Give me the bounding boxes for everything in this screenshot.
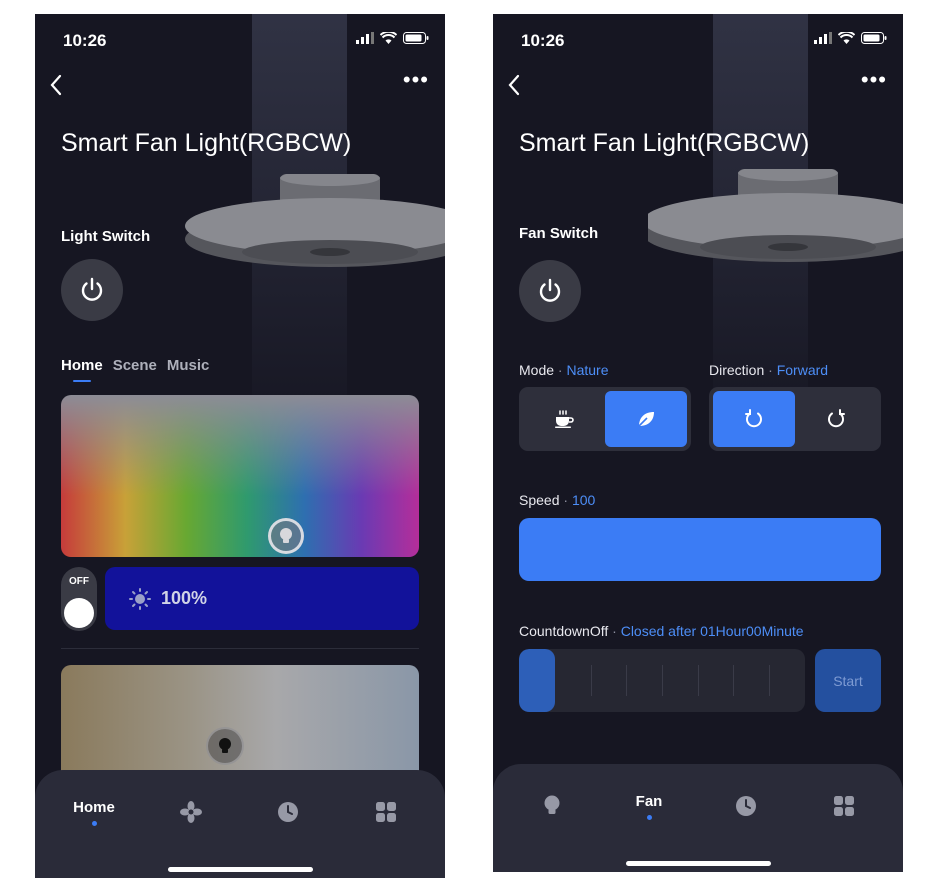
bottom-nav: Home	[35, 770, 445, 878]
status-icons	[356, 32, 429, 44]
countdown-label: CountdownOff · Closed after 01Hour00Minu…	[519, 623, 804, 639]
battery-icon	[861, 32, 887, 44]
divider	[61, 648, 419, 649]
page-title: Smart Fan Light(RGBCW)	[61, 129, 352, 157]
rotate-cw-icon	[828, 409, 845, 428]
bottom-nav: Fan	[493, 764, 903, 872]
nav-active-dot	[91, 820, 97, 826]
battery-icon	[403, 32, 429, 44]
speed-label: Speed · 100	[519, 492, 596, 508]
direction-label: Direction · Forward	[709, 362, 829, 378]
mode-value: Nature	[566, 362, 609, 378]
nav-more[interactable]	[793, 764, 895, 848]
nav-timer[interactable]	[695, 764, 797, 848]
home-indicator	[168, 867, 313, 872]
mode-title: Mode	[519, 362, 555, 378]
fan-power-button[interactable]	[519, 260, 581, 322]
sun-icon	[129, 587, 151, 610]
direction-title: Direction	[709, 362, 765, 378]
fan-icon	[180, 801, 202, 823]
bulb-icon	[219, 738, 231, 753]
direction-reverse-button[interactable]	[795, 391, 877, 447]
speed-title: Speed	[519, 492, 560, 508]
light-screen: 10:26 ••• Smart Fan Light(RGBCW) Light S…	[35, 14, 445, 878]
direction-selector	[709, 387, 881, 451]
light-switch-label: Light Switch	[61, 228, 151, 245]
fan-switch-label: Fan Switch	[519, 225, 599, 242]
nav-active-dot	[646, 814, 652, 820]
toggle-label: OFF	[69, 576, 89, 587]
signal-icon	[814, 32, 832, 44]
tab-home[interactable]: Home	[61, 357, 103, 382]
start-button[interactable]: Start	[815, 649, 881, 712]
power-icon	[539, 278, 561, 302]
brightness-value: 100%	[161, 588, 208, 608]
light-tabs: Home Scene Music	[61, 357, 210, 382]
speed-value: 100	[571, 492, 596, 508]
back-button[interactable]	[507, 74, 521, 101]
fan-screen: 10:26 ••• Smart Fan Light(RGBCW) Fan Swi…	[493, 14, 903, 872]
grid-icon	[376, 802, 396, 822]
nav-timer[interactable]	[237, 770, 339, 854]
color-picker-thumb[interactable]	[268, 518, 304, 554]
back-button[interactable]	[49, 74, 63, 101]
leaf-icon	[638, 412, 654, 427]
brightness-slider[interactable]: 100%	[105, 567, 419, 630]
nav-more[interactable]	[335, 770, 437, 854]
nav-fan-label: Fan	[635, 792, 663, 810]
bulb-icon	[544, 795, 560, 814]
status-time: 10:26	[521, 31, 565, 50]
nav-fan[interactable]	[140, 770, 242, 854]
mode-label: Mode · Nature	[519, 362, 609, 378]
ceiling-fan-image	[185, 174, 445, 267]
nav-fan[interactable]: Fan	[598, 764, 700, 848]
wifi-icon	[380, 32, 397, 44]
home-indicator	[626, 861, 771, 866]
direction-value: Forward	[776, 362, 829, 378]
bulb-icon	[280, 528, 292, 543]
mode-nature-button[interactable]	[605, 391, 687, 447]
tab-scene[interactable]: Scene	[113, 357, 157, 374]
ceiling-fan-image	[648, 169, 903, 262]
power-icon	[81, 277, 103, 301]
speed-slider[interactable]	[519, 518, 881, 581]
more-options-button[interactable]: •••	[861, 69, 887, 91]
color-picker[interactable]	[61, 395, 419, 557]
grid-icon	[834, 796, 854, 816]
page-title: Smart Fan Light(RGBCW)	[519, 129, 810, 157]
mode-sleep-button[interactable]	[523, 391, 605, 447]
rotate-ccw-icon	[745, 409, 762, 428]
status-time: 10:26	[63, 31, 107, 50]
clock-icon	[278, 802, 298, 822]
tab-music[interactable]: Music	[167, 357, 210, 374]
coffee-cup-icon	[555, 410, 574, 428]
mode-selector	[519, 387, 691, 451]
chevron-left-icon	[50, 74, 62, 96]
nav-home-label: Home	[73, 798, 115, 816]
countdown-value: Closed after 01Hour00Minute	[620, 623, 804, 639]
light-power-button[interactable]	[61, 259, 123, 321]
nav-home[interactable]: Home	[43, 770, 145, 854]
countdown-title: CountdownOff	[519, 623, 609, 639]
countdown-fill	[519, 649, 555, 712]
toggle-knob	[64, 598, 94, 628]
countdown-slider[interactable]	[519, 649, 805, 712]
signal-icon	[356, 32, 374, 44]
more-options-button[interactable]: •••	[403, 69, 429, 91]
light-off-toggle[interactable]: OFF	[61, 567, 97, 631]
temperature-picker-thumb[interactable]	[206, 727, 244, 765]
status-icons	[814, 32, 887, 44]
chevron-left-icon	[508, 74, 520, 96]
clock-icon	[736, 796, 756, 816]
nav-light[interactable]	[501, 764, 603, 848]
direction-forward-button[interactable]	[713, 391, 795, 447]
wifi-icon	[838, 32, 855, 44]
